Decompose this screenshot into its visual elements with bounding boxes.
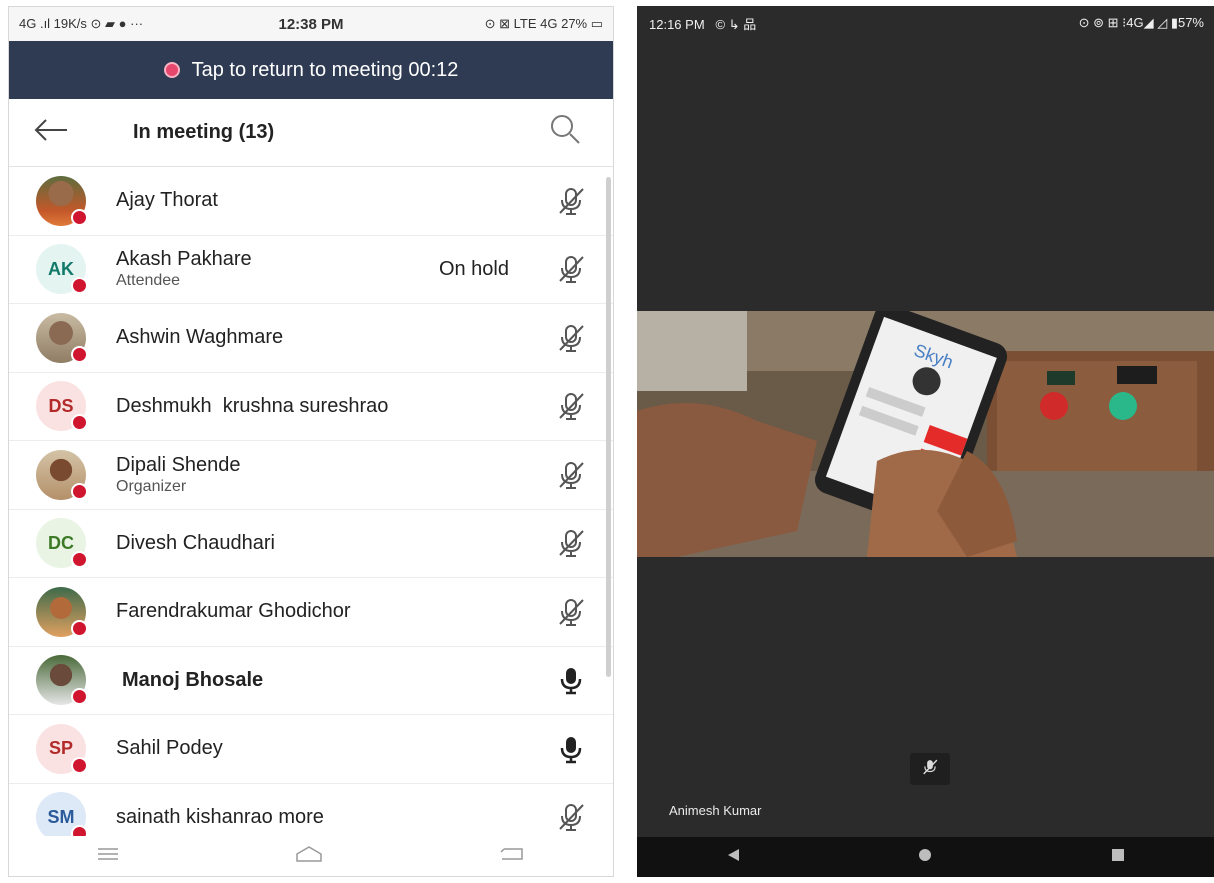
mic-muted-icon[interactable] xyxy=(551,455,591,495)
back-nav-icon[interactable] xyxy=(725,847,741,868)
avatar: SP xyxy=(36,723,88,774)
presence-dot-icon xyxy=(71,688,88,706)
system-nav-bar xyxy=(637,837,1214,877)
participant-row[interactable]: DC Divesh Chaudhari xyxy=(9,510,613,578)
mic-muted-icon[interactable] xyxy=(551,181,591,221)
status-right-indicators: ⊙ ⊠ LTE 4G 27% ▭ xyxy=(484,16,604,31)
status-left-icons: © ↳ 品 xyxy=(715,16,757,32)
mic-muted-icon[interactable] xyxy=(551,318,591,358)
presence-dot-icon xyxy=(71,277,88,295)
mic-icon[interactable] xyxy=(551,660,591,700)
participant-name: Manoj Bhosale xyxy=(122,668,264,691)
status-bar: 12:16 PM © ↳ 品 ⊙ ⊚ ⊞ ⁝4G◢ ◿ ▮57% xyxy=(637,6,1214,40)
avatar xyxy=(36,175,88,226)
back-nav-icon[interactable] xyxy=(498,846,526,867)
presence-dot-icon xyxy=(71,345,88,363)
presenter-muted-badge xyxy=(910,753,950,785)
participant-name: Divesh Chaudhari xyxy=(116,531,275,554)
avatar: DC xyxy=(36,518,88,569)
participant-row[interactable]: Manoj Bhosale xyxy=(9,647,613,715)
menu-icon[interactable] xyxy=(96,847,120,866)
mic-muted-icon[interactable] xyxy=(551,523,591,563)
avatar-initials: AK xyxy=(48,258,74,279)
mic-muted-icon[interactable] xyxy=(551,249,591,289)
scrollbar[interactable] xyxy=(606,177,611,677)
system-nav-bar xyxy=(9,836,613,876)
left-phone-screen: 4G .ıl 19K/s ⊙ ▰ ● ··· 12:38 PM ⊙ ⊠ LTE … xyxy=(8,6,614,877)
status-left-indicators: 4G .ıl 19K/s ⊙ ▰ ● ··· xyxy=(19,16,144,31)
participant-role: Organizer xyxy=(116,477,187,495)
participant-row[interactable]: AK Akash Pakhare Attendee On hold xyxy=(9,236,613,304)
avatar xyxy=(36,655,88,706)
avatar: SM xyxy=(36,792,88,843)
avatar xyxy=(36,312,88,363)
participant-name: Deshmukh krushna sureshrao xyxy=(116,394,389,417)
on-hold-status: On hold xyxy=(438,257,509,280)
participant-row[interactable]: DS Deshmukh krushna sureshrao xyxy=(9,373,613,441)
participant-name: Sahil Podey xyxy=(116,737,223,760)
status-right-indicators: ⊙ ⊚ ⊞ ⁝4G◢ ◿ ▮57% xyxy=(1078,15,1204,30)
participant-row[interactable]: SP Sahil Podey xyxy=(9,715,613,784)
participants-header: In meeting (13) xyxy=(9,99,613,167)
avatar-initials: SM xyxy=(47,806,75,827)
participant-name: Ajay Thorat xyxy=(116,189,218,212)
recents-icon[interactable] xyxy=(1110,847,1126,868)
mic-icon[interactable] xyxy=(551,729,591,769)
avatar-initials: DC xyxy=(48,532,74,553)
status-time: 12:16 PM xyxy=(649,16,705,32)
presence-dot-icon xyxy=(71,414,88,432)
home-icon[interactable] xyxy=(917,847,933,868)
status-bar: 4G .ıl 19K/s ⊙ ▰ ● ··· 12:38 PM ⊙ ⊠ LTE … xyxy=(9,7,613,41)
mic-muted-icon[interactable] xyxy=(551,386,591,426)
mic-muted-icon xyxy=(922,758,938,781)
participant-row[interactable]: Ajay Thorat xyxy=(9,167,613,236)
back-arrow-icon[interactable] xyxy=(33,116,93,150)
shared-video-feed[interactable]: Skyh xyxy=(637,304,1214,557)
status-left: 12:16 PM © ↳ 品 xyxy=(649,14,756,33)
page-title: In meeting (13) xyxy=(133,121,275,143)
avatar xyxy=(36,449,88,500)
avatar: AK xyxy=(36,244,88,295)
right-phone-screen: 12:16 PM © ↳ 品 ⊙ ⊚ ⊞ ⁝4G◢ ◿ ▮57% Skyh An… xyxy=(637,6,1214,877)
participant-name: sainath kishanrao more xyxy=(116,805,324,828)
participant-name: Ashwin Waghmare xyxy=(116,326,284,349)
mic-muted-icon[interactable] xyxy=(551,797,591,837)
participant-name: Farendrakumar Ghodichor xyxy=(116,600,351,623)
presenter-name: Animesh Kumar xyxy=(669,803,762,818)
recording-dot-icon xyxy=(163,62,180,78)
avatar xyxy=(36,586,88,637)
participant-name: Dipali Shende xyxy=(116,453,241,476)
status-time: 12:38 PM xyxy=(278,15,344,33)
presence-dot-icon xyxy=(71,482,88,500)
home-icon[interactable] xyxy=(295,845,323,868)
participant-row[interactable]: Dipali Shende Organizer xyxy=(9,441,613,510)
avatar-initials: SP xyxy=(48,738,73,759)
presence-dot-icon xyxy=(71,619,88,637)
presence-dot-icon xyxy=(71,551,88,569)
return-to-meeting-text: Tap to return to meeting 00:12 xyxy=(191,58,459,81)
search-icon[interactable] xyxy=(549,113,589,153)
participant-list: Ajay Thorat AK Akash Pakhare Attendee On… xyxy=(9,167,613,852)
avatar: DS xyxy=(36,381,88,432)
presence-dot-icon xyxy=(71,756,88,774)
participant-row[interactable]: Ashwin Waghmare xyxy=(9,304,613,373)
participant-row[interactable]: Farendrakumar Ghodichor xyxy=(9,578,613,647)
presence-dot-icon xyxy=(71,208,88,226)
return-to-meeting-banner[interactable]: Tap to return to meeting 00:12 xyxy=(9,41,613,99)
mic-muted-icon[interactable] xyxy=(551,592,591,632)
avatar-initials: DS xyxy=(48,395,74,416)
